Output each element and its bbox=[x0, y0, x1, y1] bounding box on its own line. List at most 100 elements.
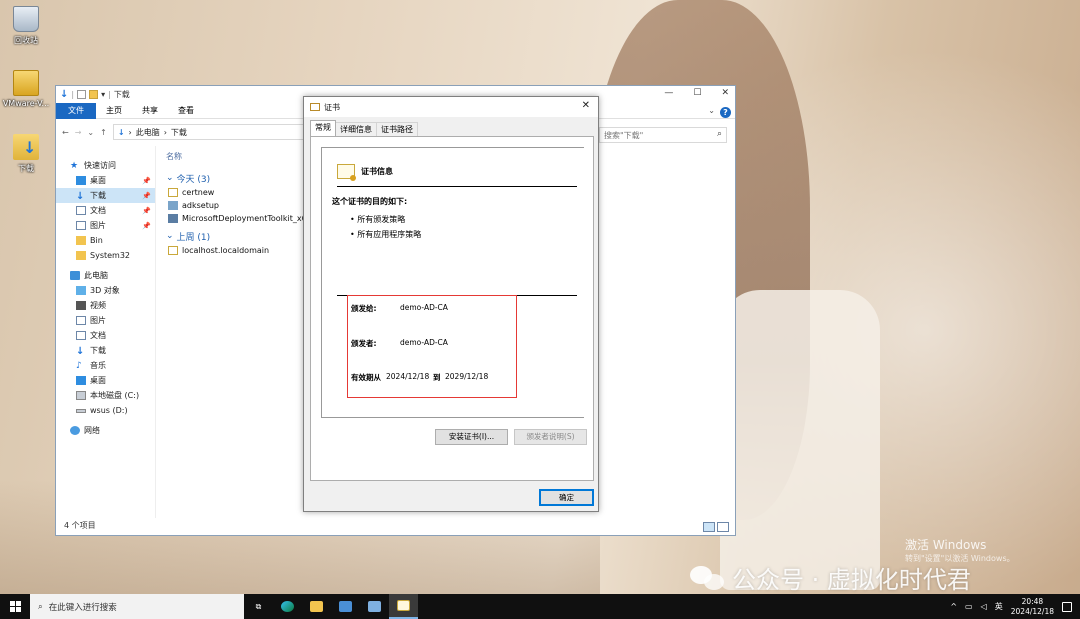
valid-to-label: 到 bbox=[433, 373, 441, 382]
status-bar-item-count: 4 个项目 bbox=[64, 521, 96, 530]
valid-from-value: 2024/12/18 bbox=[386, 372, 430, 381]
recent-locations-icon[interactable]: ⌄ bbox=[87, 128, 94, 137]
taskbar: ⌕ 在此键入进行搜索 ⧉ ^ ▭ ◁ 英 20:48 2024/12/18 bbox=[0, 594, 1080, 619]
nav-item-desktop-pc[interactable]: 桌面 bbox=[56, 373, 155, 388]
up-icon[interactable]: ↑ bbox=[100, 128, 107, 137]
chevron-up-icon[interactable]: ^ bbox=[950, 602, 957, 611]
install-certificate-button[interactable]: 安装证书(I)... bbox=[435, 429, 508, 445]
nav-item-documents[interactable]: 文档 📌 bbox=[56, 203, 155, 218]
issued-to-label: 颁发给: bbox=[351, 304, 377, 313]
new-folder-icon[interactable] bbox=[89, 90, 99, 99]
certificate-info-panel: 证书信息 这个证书的目的如下: • 所有颁发策略 • 所有应用程序策略 颁发给:… bbox=[321, 147, 584, 418]
clock[interactable]: 20:48 2024/12/18 bbox=[1011, 597, 1054, 617]
forward-icon[interactable]: → bbox=[75, 128, 82, 137]
breadcrumb-this-pc[interactable]: 此电脑 bbox=[136, 127, 160, 138]
nav-item-pictures-pc[interactable]: 图片 bbox=[56, 313, 155, 328]
start-button[interactable] bbox=[0, 594, 30, 619]
details-view-icon[interactable] bbox=[703, 522, 715, 532]
maximize-icon[interactable]: ☐ bbox=[693, 88, 701, 98]
download-icon: ↓ bbox=[76, 346, 85, 357]
expand-ribbon-icon[interactable]: ⌄ bbox=[708, 106, 715, 115]
desktop-icon-downloads[interactable]: 下载 bbox=[0, 134, 52, 174]
tab-share[interactable]: 共享 bbox=[132, 103, 168, 119]
ime-indicator[interactable]: 英 bbox=[995, 601, 1003, 612]
activate-title: 激活 Windows bbox=[905, 538, 987, 552]
network-icon[interactable]: ▭ bbox=[965, 602, 973, 611]
chevron-down-icon[interactable]: ▾ bbox=[101, 90, 105, 99]
nav-item-local-disk[interactable]: 本地磁盘 (C:) bbox=[56, 388, 155, 403]
pin-icon: 📌 bbox=[142, 221, 151, 230]
tab-home[interactable]: 主页 bbox=[96, 103, 132, 119]
nav-item-desktop[interactable]: 桌面 📌 bbox=[56, 173, 155, 188]
tab-general[interactable]: 常规 bbox=[310, 120, 336, 136]
taskbar-certificate[interactable] bbox=[389, 594, 418, 619]
window-title: 下载 bbox=[113, 90, 130, 99]
nav-item-downloads-pc[interactable]: ↓ 下载 bbox=[56, 343, 155, 358]
close-icon[interactable]: ✕ bbox=[582, 100, 590, 111]
network-icon bbox=[70, 426, 80, 435]
3d-objects-icon bbox=[76, 286, 86, 295]
volume-icon[interactable]: ◁ bbox=[981, 602, 987, 611]
server-manager-icon bbox=[339, 601, 352, 612]
star-icon: ★ bbox=[70, 161, 79, 171]
nav-item-3d-objects[interactable]: 3D 对象 bbox=[56, 283, 155, 298]
task-view-button[interactable]: ⧉ bbox=[244, 594, 273, 619]
nav-item-bin[interactable]: Bin bbox=[56, 233, 155, 248]
ok-button[interactable]: 确定 bbox=[539, 489, 594, 506]
general-tab-page: 证书信息 这个证书的目的如下: • 所有颁发策略 • 所有应用程序策略 颁发给:… bbox=[310, 136, 594, 481]
tab-certification-path[interactable]: 证书路径 bbox=[376, 122, 418, 136]
download-icon[interactable]: ↓ bbox=[60, 89, 68, 100]
help-icon[interactable]: ? bbox=[720, 107, 731, 118]
search-input[interactable]: 搜索"下载" ⌕ bbox=[599, 127, 727, 143]
close-icon[interactable]: ✕ bbox=[721, 88, 729, 98]
issuer-statement-button[interactable]: 颁发者说明(S) bbox=[514, 429, 587, 445]
file-explorer-icon bbox=[310, 601, 323, 612]
certificate-icon bbox=[397, 600, 410, 611]
notification-icon[interactable] bbox=[1062, 601, 1072, 612]
nav-item-videos[interactable]: 视频 bbox=[56, 298, 155, 313]
nav-item-wsus-drive[interactable]: wsus (D:) bbox=[56, 403, 155, 418]
highlighted-certificate-details: 颁发给: demo-AD-CA 颁发者: demo-AD-CA 有效期从 202… bbox=[347, 295, 517, 398]
nav-item-system32[interactable]: System32 bbox=[56, 248, 155, 263]
view-switcher bbox=[703, 522, 729, 532]
desktop-icon-label: 下载 bbox=[18, 164, 34, 173]
properties-icon[interactable] bbox=[77, 90, 87, 99]
tab-file[interactable]: 文件 bbox=[56, 102, 96, 119]
nav-item-downloads[interactable]: ↓ 下载 📌 bbox=[56, 188, 155, 203]
watermark-text: 公众号 · 虚拟化时代君 bbox=[732, 566, 971, 594]
edge-browser-icon bbox=[281, 601, 294, 612]
installer-icon bbox=[168, 214, 178, 223]
taskbar-file-explorer[interactable] bbox=[302, 594, 331, 619]
taskbar-server-manager[interactable] bbox=[331, 594, 360, 619]
minimize-icon[interactable]: — bbox=[664, 88, 673, 98]
nav-network[interactable]: 网络 bbox=[56, 423, 155, 438]
installer-icon bbox=[168, 201, 178, 210]
nav-item-music[interactable]: ♪ 音乐 bbox=[56, 358, 155, 373]
desktop-icon-vmware[interactable]: VMware-V... bbox=[0, 70, 52, 108]
folder-icon bbox=[76, 236, 86, 245]
desktop-icon-label: VMware-V... bbox=[2, 99, 50, 108]
nav-item-documents-pc[interactable]: 文档 bbox=[56, 328, 155, 343]
videos-icon bbox=[76, 301, 86, 310]
certificate-file-icon bbox=[168, 188, 178, 197]
certificate-icon bbox=[337, 164, 356, 181]
nav-item-pictures[interactable]: 图片 📌 bbox=[56, 218, 155, 233]
download-icon: ↓ bbox=[76, 191, 85, 202]
issued-by-label: 颁发者: bbox=[351, 339, 377, 348]
computer-icon bbox=[70, 271, 80, 280]
large-icons-view-icon[interactable] bbox=[717, 522, 729, 532]
taskbar-deployment-tool[interactable] bbox=[360, 594, 389, 619]
back-icon[interactable]: ← bbox=[62, 128, 69, 137]
tab-details[interactable]: 详细信息 bbox=[335, 122, 377, 136]
navigation-pane: ★ 快速访问 桌面 📌 ↓ 下载 📌 文档 📌 图片 📌 Bin System3… bbox=[56, 146, 156, 518]
desktop-icon-recycle-bin[interactable]: 回收站 bbox=[0, 6, 52, 46]
taskbar-edge[interactable] bbox=[273, 594, 302, 619]
tab-view[interactable]: 查看 bbox=[168, 103, 204, 119]
taskbar-search-box[interactable]: ⌕ 在此键入进行搜索 bbox=[30, 594, 244, 619]
nav-this-pc[interactable]: 此电脑 bbox=[56, 268, 155, 283]
system-tray: ^ ▭ ◁ 英 20:48 2024/12/18 bbox=[950, 594, 1072, 619]
nav-quick-access[interactable]: ★ 快速访问 bbox=[56, 158, 155, 173]
purpose-item: • 所有应用程序策略 bbox=[350, 230, 422, 239]
valid-to-value: 2029/12/18 bbox=[445, 372, 489, 381]
breadcrumb-downloads[interactable]: 下载 bbox=[171, 127, 187, 138]
